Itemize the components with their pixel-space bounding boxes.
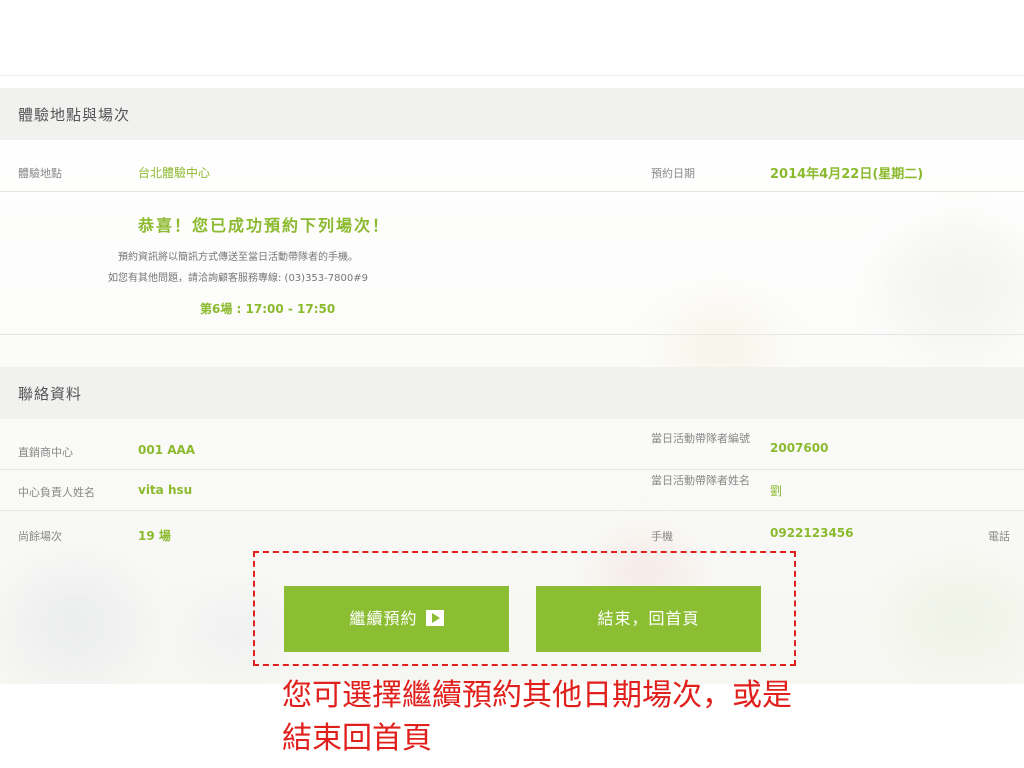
play-arrow-icon (425, 610, 444, 626)
row-divider (0, 191, 1024, 192)
remaining-sessions-label: 尚餘場次 (18, 530, 62, 543)
row-divider (0, 510, 1024, 511)
customer-service-text: 如您有其他問題，請洽詢顧客服務專線: (03)353-7800#9 (108, 273, 368, 284)
center-owner-label: 中心負責人姓名 (18, 486, 95, 499)
contact-section-title: 聯絡資料 (18, 385, 83, 403)
row-divider (0, 469, 1024, 470)
row-divider (0, 334, 1024, 335)
background-fruit-decoration (880, 218, 1024, 358)
location-value: 台北體驗中心 (138, 166, 211, 180)
annotation-text: 您可選擇繼續預約其他日期場次，或是結束回首頁 (282, 678, 792, 756)
top-divider (0, 75, 1024, 76)
continue-booking-button[interactable]: 繼續預約 (284, 586, 509, 652)
remaining-sessions-value: 19 場 (138, 529, 171, 543)
end-return-home-label: 結束，回首頁 (597, 609, 700, 628)
location-section-header: 體驗地點與場次 (0, 88, 1024, 140)
distributor-center-label: 直銷商中心 (18, 446, 73, 459)
mobile-value: 0922123456 (770, 526, 854, 540)
mobile-label: 手機 (651, 530, 673, 543)
leader-id-label: 當日活動帶隊者編號 (651, 432, 750, 445)
background-fruit-decoration (880, 558, 1024, 678)
end-return-home-button[interactable]: 結束，回首頁 (536, 586, 761, 652)
location-section-title: 體驗地點與場次 (18, 106, 131, 124)
phone-label: 電話 (988, 530, 1010, 543)
continue-booking-label: 繼續預約 (349, 609, 418, 628)
sms-notice-text: 預約資訊將以簡訊方式傳送至當日活動帶隊者的手機。 (118, 252, 358, 263)
leader-name-label: 當日活動帶隊者姓名 (651, 474, 750, 487)
booking-date-label: 預約日期 (651, 167, 695, 180)
leader-name-value: 劉 (770, 484, 783, 498)
booking-date-value: 2014年4月22日(星期二) (770, 167, 924, 182)
center-owner-value: vita hsu (138, 483, 193, 497)
location-label: 體驗地點 (18, 167, 62, 180)
leader-id-value: 2007600 (770, 441, 829, 455)
distributor-center-value: 001 AAA (138, 443, 196, 457)
background-fruit-decoration (0, 558, 150, 684)
success-title: 恭喜！您已成功預約下列場次！ (138, 216, 391, 235)
session-time: 第6場 : 17:00 - 17:50 (200, 302, 336, 316)
contact-section-header: 聯絡資料 (0, 367, 1024, 419)
